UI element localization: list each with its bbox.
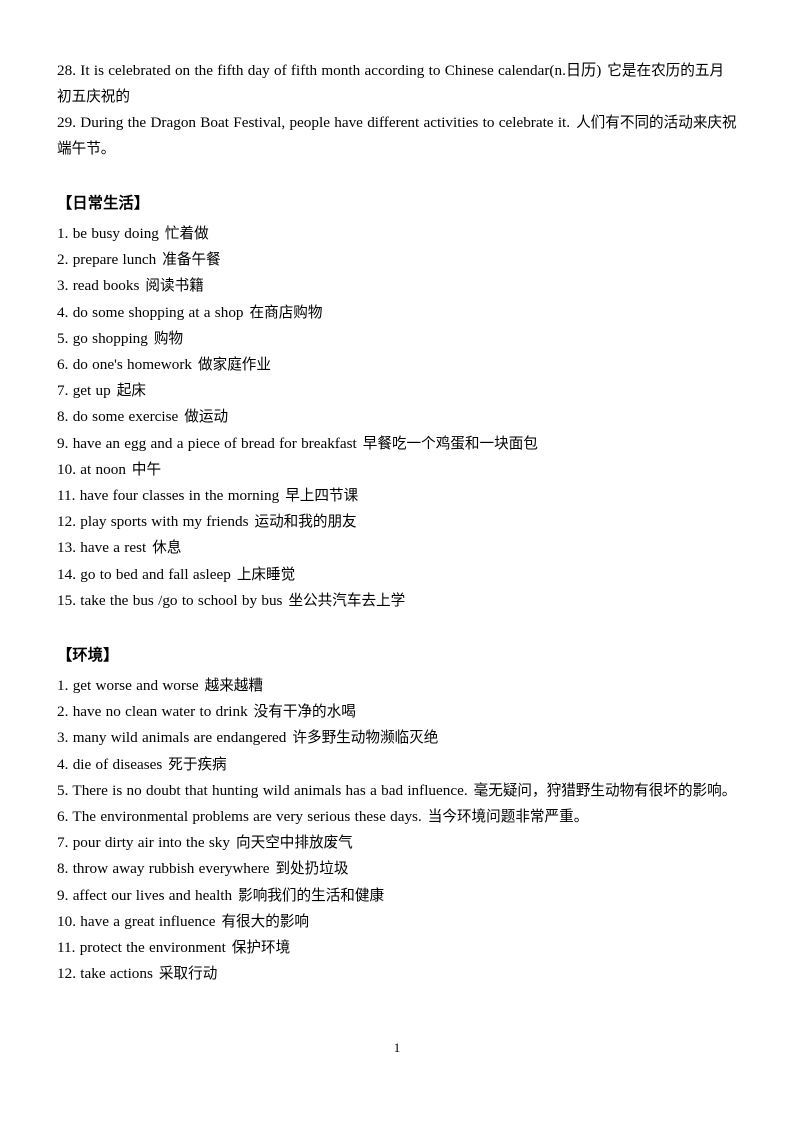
item-english: 12. play sports with my friends	[57, 513, 249, 531]
item-english: 8. throw away rubbish everywhere	[57, 860, 270, 878]
paragraph-english: 29. During the Dragon Boat Festival, peo…	[57, 114, 571, 131]
item-english: 3. many wild animals are endangered	[57, 729, 287, 747]
list-item: 6. The environmental problems are very s…	[57, 804, 738, 830]
item-chinese: 起床	[116, 382, 146, 400]
list-item: 2. have no clean water to drink 没有干净的水喝	[57, 699, 738, 725]
item-english: 14. go to bed and fall asleep	[57, 565, 231, 583]
section-daily-life: 【日常生活】 1. be busy doing 忙着做 2. prepare lu…	[57, 190, 738, 614]
list-item: 5. go shopping 购物	[57, 326, 738, 352]
item-chinese: 许多野生动物濒临灭绝	[292, 729, 439, 747]
section-heading: 【环境】	[57, 642, 738, 669]
item-english: 5. There is no doubt that hunting wild a…	[57, 781, 468, 799]
item-chinese: 有很大的影响	[221, 912, 310, 930]
item-chinese: 做家庭作业	[198, 356, 271, 374]
item-chinese: 死于疾病	[168, 755, 227, 773]
list-item: 11. have four classes in the morning 早上四节…	[57, 483, 738, 509]
list-item: 11. protect the environment 保护环境	[57, 935, 738, 961]
list-item: 9. have an egg and a piece of bread for …	[57, 431, 738, 457]
item-english: 10. at noon	[57, 460, 126, 478]
item-chinese: 运动和我的朋友	[254, 513, 357, 531]
paragraph-item-29: 29. During the Dragon Boat Festival, peo…	[57, 110, 738, 162]
item-english: 3. read books	[57, 277, 140, 295]
list-item: 7. get up 起床	[57, 378, 738, 404]
item-english: 7. pour dirty air into the sky	[57, 834, 230, 852]
item-english: 15. take the bus /go to school by bus	[57, 591, 283, 609]
item-english: 4. die of diseases	[57, 755, 163, 773]
list-item: 6. do one's homework 做家庭作业	[57, 352, 738, 378]
item-chinese: 影响我们的生活和健康	[238, 886, 385, 904]
list-item: 12. take actions 采取行动	[57, 961, 738, 987]
item-chinese: 上床睡觉	[236, 565, 296, 583]
list-item: 7. pour dirty air into the sky 向天空中排放废气	[57, 830, 738, 856]
item-english: 4. do some shopping at a shop	[57, 303, 244, 321]
item-english: 1. get worse and worse	[57, 677, 199, 695]
item-chinese: 阅读书籍	[145, 277, 204, 295]
list-item: 10. at noon 中午	[57, 457, 738, 483]
list-item: 2. prepare lunch 准备午餐	[57, 247, 738, 273]
item-english: 9. have an egg and a piece of bread for …	[57, 434, 357, 452]
item-chinese: 越来越糟	[204, 677, 263, 695]
list-item: 3. read books 阅读书籍	[57, 273, 738, 299]
document-page: 28. It is celebrated on the fifth day of…	[0, 0, 794, 1123]
list-item: 4. die of diseases 死于疾病	[57, 752, 738, 778]
item-chinese: 当今环境问题非常严重。	[427, 808, 589, 826]
paragraph-english: 28. It is celebrated on the fifth day of…	[57, 62, 602, 79]
item-chinese: 到处扔垃圾	[275, 860, 349, 878]
list-item: 9. affect our lives and health 影响我们的生活和健康	[57, 883, 738, 909]
list-item: 1. get worse and worse 越来越糟	[57, 673, 738, 699]
list-item: 13. have a rest 休息	[57, 535, 738, 561]
item-english: 7. get up	[57, 382, 111, 400]
paragraph-item-28: 28. It is celebrated on the fifth day of…	[57, 58, 738, 110]
item-chinese: 休息	[152, 539, 182, 557]
item-english: 2. have no clean water to drink	[57, 703, 248, 721]
item-english: 11. have four classes in the morning	[57, 487, 280, 505]
item-english: 6. The environmental problems are very s…	[57, 808, 422, 826]
item-english: 10. have a great influence	[57, 912, 216, 930]
list-item: 3. many wild animals are endangered 许多野生动…	[57, 725, 738, 751]
page-number: 1	[393, 1040, 401, 1055]
section-list: 1. be busy doing 忙着做 2. prepare lunch 准备午餐…	[57, 221, 738, 614]
item-chinese: 毫无疑问，狩猎野生动物有很坏的影响。	[473, 781, 737, 799]
item-english: 12. take actions	[57, 965, 153, 983]
item-chinese: 早餐吃一个鸡蛋和一块面包	[362, 434, 538, 452]
item-chinese: 忙着做	[164, 225, 209, 242]
item-english: 2. prepare lunch	[57, 251, 157, 269]
item-chinese: 向天空中排放废气	[236, 834, 353, 852]
document-body: 28. It is celebrated on the fifth day of…	[57, 58, 738, 987]
list-item: 10. have a great influence 有很大的影响	[57, 909, 738, 935]
item-english: 6. do one's homework	[57, 356, 192, 374]
item-english: 5. go shopping	[57, 329, 148, 347]
section-heading: 【日常生活】	[57, 190, 738, 217]
list-item: 14. go to bed and fall asleep 上床睡觉	[57, 562, 738, 588]
item-chinese: 保护环境	[231, 939, 291, 957]
list-item: 4. do some shopping at a shop 在商店购物	[57, 300, 738, 326]
section-environment: 【环境】 1. get worse and worse 越来越糟 2. have …	[57, 642, 738, 987]
list-item: 1. be busy doing 忙着做	[57, 221, 738, 247]
item-english: 13. have a rest	[57, 539, 147, 557]
section-heading-text: 【日常生活】	[57, 194, 150, 212]
item-chinese: 采取行动	[158, 965, 218, 983]
item-chinese: 没有干净的水喝	[253, 703, 356, 721]
item-english: 9. affect our lives and health	[57, 886, 233, 904]
item-english: 1. be busy doing	[57, 225, 159, 242]
list-item: 8. throw away rubbish everywhere 到处扔垃圾	[57, 856, 738, 882]
intro-paragraph-group: 28. It is celebrated on the fifth day of…	[57, 58, 738, 162]
item-chinese: 坐公共汽车去上学	[288, 591, 406, 609]
item-chinese: 早上四节课	[285, 487, 359, 505]
list-item: 12. play sports with my friends 运动和我的朋友	[57, 509, 738, 535]
list-item: 15. take the bus /go to school by bus 坐公共…	[57, 588, 738, 614]
list-item: 5. There is no doubt that hunting wild a…	[57, 778, 738, 804]
item-chinese: 做运动	[184, 408, 229, 426]
section-heading-text: 【环境】	[57, 646, 119, 665]
item-english: 11. protect the environment	[57, 939, 226, 957]
section-list: 1. get worse and worse 越来越糟 2. have no cl…	[57, 673, 738, 987]
item-chinese: 在商店购物	[249, 303, 323, 321]
item-chinese: 准备午餐	[162, 251, 221, 269]
item-chinese: 购物	[153, 329, 184, 347]
item-chinese: 中午	[131, 460, 162, 478]
list-item: 8. do some exercise 做运动	[57, 404, 738, 430]
item-english: 8. do some exercise	[57, 408, 179, 426]
